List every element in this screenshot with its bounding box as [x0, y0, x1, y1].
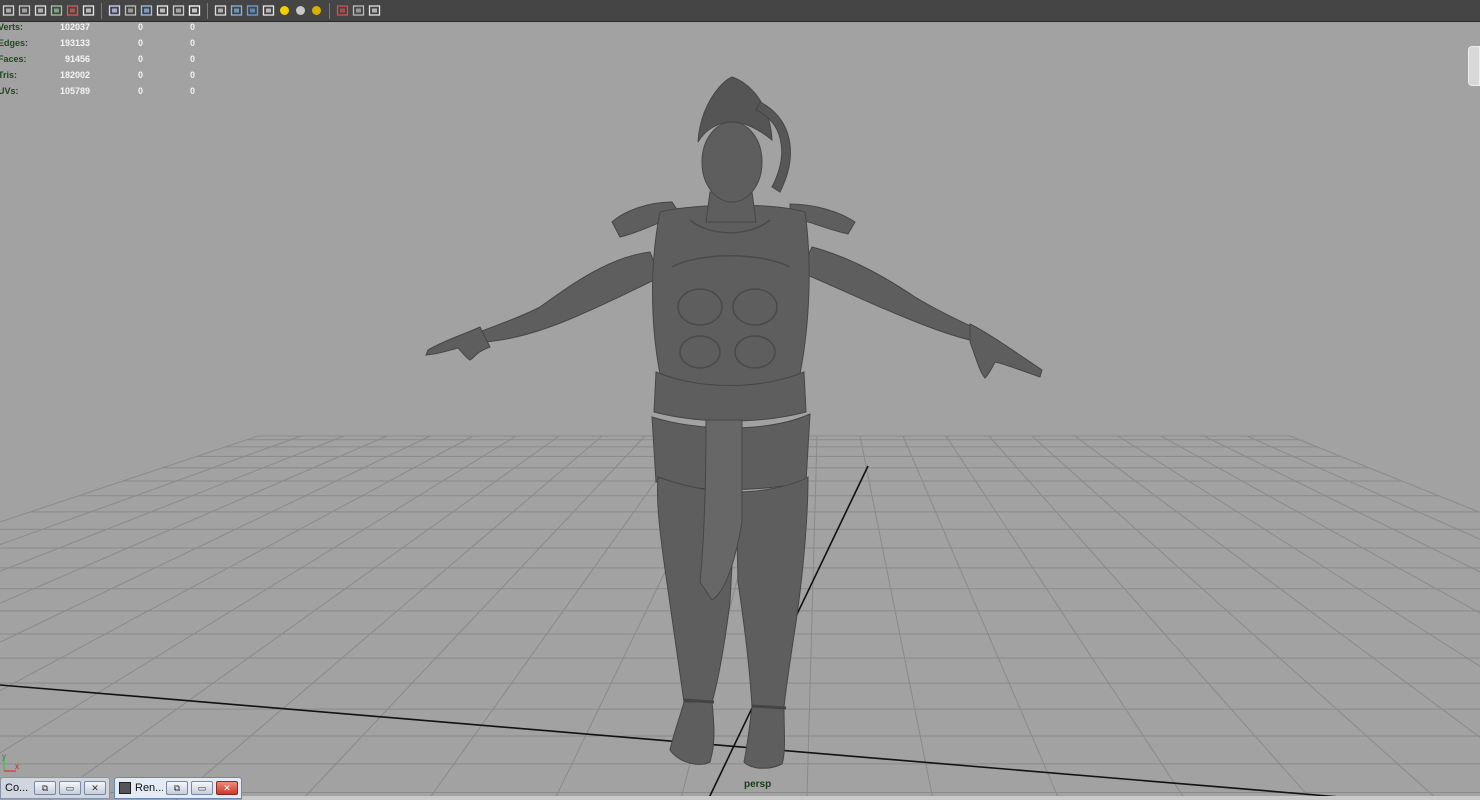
- hud-object-count: 182002: [59, 70, 90, 80]
- right-leg: [735, 476, 809, 708]
- sash: [699, 419, 743, 601]
- light-default-icon[interactable]: [278, 4, 291, 17]
- texture-icon[interactable]: [188, 4, 201, 17]
- hud-selected-count: 0: [137, 22, 143, 32]
- grid-toggle-icon[interactable]: [172, 4, 185, 17]
- hud-selected-count: 0: [137, 86, 143, 96]
- wireframe-cube-icon[interactable]: [214, 4, 227, 17]
- lasso-icon[interactable]: [18, 4, 31, 17]
- paint-icon[interactable]: [50, 4, 63, 17]
- right-arm: [799, 246, 976, 341]
- character-model[interactable]: [425, 76, 1043, 769]
- smooth-cube-icon[interactable]: [230, 4, 243, 17]
- light-none-icon[interactable]: [310, 4, 323, 17]
- toolbar-separator: [329, 2, 330, 19]
- image-plane-icon[interactable]: [124, 4, 137, 17]
- window-render-label: Ren...: [135, 782, 163, 794]
- toolbar-group-4: [336, 4, 381, 17]
- hud-row-faces: Faces: 91456 0 0: [0, 54, 220, 68]
- window-co-label: Co...: [5, 782, 29, 794]
- hud-component-count: 0: [189, 54, 195, 64]
- hud-object-count: 102037: [59, 22, 90, 32]
- close-button[interactable]: ✕: [84, 781, 106, 795]
- toolbar-group-3: [214, 4, 323, 17]
- hud-label: Faces:: [0, 54, 27, 64]
- resolution-icon[interactable]: [156, 4, 169, 17]
- axis-x-label: x: [15, 762, 19, 771]
- isolate-select-icon[interactable]: [336, 4, 349, 17]
- hud-selected-count: 0: [137, 70, 143, 80]
- hud-selected-count: 0: [137, 38, 143, 48]
- hud-component-count: 0: [189, 70, 195, 80]
- xray-icon[interactable]: [352, 4, 365, 17]
- hud-label: Edges:: [0, 38, 29, 48]
- snap-icon[interactable]: [66, 4, 79, 17]
- render-app-icon: [119, 782, 131, 794]
- camera-label: persp: [744, 779, 772, 790]
- hud-object-count: 193133: [59, 38, 90, 48]
- hud-row-edges: Edges: 193133 0 0: [0, 38, 220, 52]
- minimized-window-co[interactable]: Co... ⧉ ▭ ✕: [0, 777, 110, 799]
- restore-button[interactable]: ⧉: [34, 781, 56, 795]
- hud-row-uvs: UVs: 105789 0 0: [0, 86, 220, 100]
- shaded-cube-icon[interactable]: [246, 4, 259, 17]
- hud-object-count: 91456: [64, 54, 90, 64]
- select-tool-icon[interactable]: [2, 4, 15, 17]
- film-icon[interactable]: [108, 4, 121, 17]
- status-toolbar: [0, 0, 1480, 22]
- camera-icon[interactable]: [82, 4, 95, 17]
- minimized-window-render[interactable]: Ren... ⧉ ▭ ✕: [114, 777, 242, 799]
- axis-y-label: y: [2, 753, 6, 761]
- maximize-button[interactable]: ▭: [59, 781, 81, 795]
- right-foot: [743, 706, 785, 769]
- close-button[interactable]: ✕: [216, 781, 238, 795]
- light-all-icon[interactable]: [294, 4, 307, 17]
- hud-label: UVs:: [0, 86, 19, 96]
- toolbar-separator: [207, 2, 208, 19]
- hud-row-tris: Tris: 182002 0 0: [0, 70, 220, 84]
- left-hand: [425, 326, 491, 361]
- view-axis-gizmo: y x: [0, 752, 30, 777]
- left-foot: [669, 701, 715, 765]
- toolbar-group-1: [2, 4, 95, 17]
- hud-component-count: 0: [189, 38, 195, 48]
- bottom-strip: [242, 796, 1480, 800]
- viewport-side-handle[interactable]: [1468, 46, 1480, 86]
- hud-row-verts: Verts: 102037 0 0: [0, 22, 220, 36]
- hud-component-count: 0: [189, 22, 195, 32]
- joints-icon[interactable]: [368, 4, 381, 17]
- hud-selected-count: 0: [137, 54, 143, 64]
- hud-label: Verts:: [0, 22, 24, 32]
- hud-label: Tris:: [0, 70, 18, 80]
- checker-icon[interactable]: [262, 4, 275, 17]
- scene-view: [0, 76, 1480, 800]
- restore-button[interactable]: ⧉: [166, 781, 188, 795]
- persp-viewport[interactable]: Verts: 102037 0 0 Edges: 193133 0 0 Faces: 91456 0…: [0, 22, 1480, 800]
- toolbar-separator: [101, 2, 102, 19]
- maximize-button[interactable]: ▭: [191, 781, 213, 795]
- graph-icon[interactable]: [34, 4, 47, 17]
- gate-icon[interactable]: [140, 4, 153, 17]
- head: [701, 121, 763, 203]
- right-hand: [969, 323, 1043, 379]
- hud-object-count: 105789: [59, 86, 90, 96]
- left-arm: [479, 251, 661, 343]
- toolbar-group-2: [108, 4, 201, 17]
- hud-component-count: 0: [189, 86, 195, 96]
